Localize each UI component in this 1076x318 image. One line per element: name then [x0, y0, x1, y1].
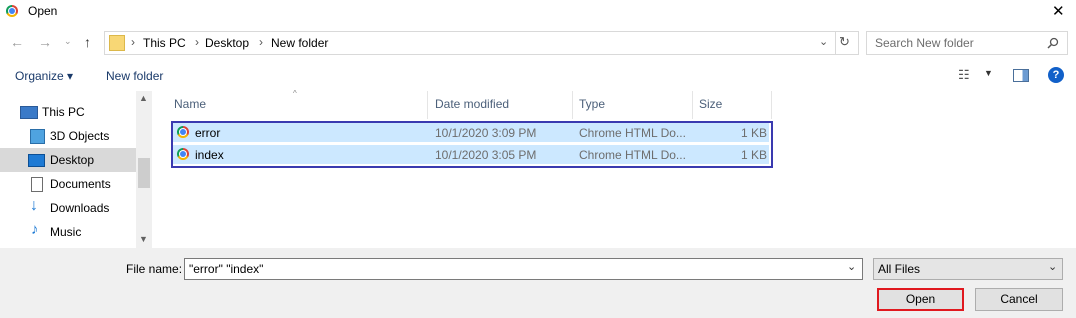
column-header-date[interactable]: Date modified	[435, 97, 509, 111]
document-icon	[31, 177, 43, 192]
filter-dropdown-chevron-icon[interactable]: ⌄	[1048, 260, 1057, 273]
file-name-value: "error" "index"	[189, 262, 264, 276]
view-options-icon[interactable]: ☷	[958, 67, 970, 83]
search-box[interactable]: Search New folder	[866, 31, 1068, 55]
scroll-up-chevron-icon[interactable]: ▲	[139, 93, 148, 103]
refresh-icon[interactable]: ↻	[839, 34, 850, 50]
address-dropdown-chevron-icon[interactable]: ⌄	[819, 35, 828, 48]
column-divider	[771, 91, 772, 119]
column-header-type[interactable]: Type	[579, 97, 605, 111]
breadcrumb-desktop[interactable]: Desktop	[205, 36, 249, 50]
sort-ascending-icon: ^	[293, 89, 297, 98]
cancel-button[interactable]: Cancel	[975, 288, 1063, 311]
breadcrumb-separator-icon: ›	[259, 35, 263, 49]
breadcrumb-this-pc[interactable]: This PC	[143, 36, 186, 50]
back-arrow-icon[interactable]: ←	[10, 34, 24, 50]
title-bar: Open ✕	[0, 0, 1076, 24]
column-header-size[interactable]: Size	[699, 97, 722, 111]
nav-item-documents[interactable]: Documents	[0, 172, 136, 196]
chrome-icon	[6, 5, 18, 17]
up-arrow-icon[interactable]: ↑	[84, 34, 91, 50]
file-type-filter-value: All Files	[878, 262, 921, 276]
file-name-label: File name:	[126, 262, 183, 276]
organize-button[interactable]: Organize ▾	[15, 69, 73, 83]
file-name-input[interactable]: "error" "index" ⌄	[184, 258, 863, 280]
nav-item-3d-objects[interactable]: 3D Objects	[0, 124, 136, 148]
column-divider	[692, 91, 693, 119]
command-bar: Organize ▾ New folder ☷ ▼ ?	[0, 61, 1076, 91]
nav-item-label: This PC	[42, 105, 85, 119]
file-name-dropdown-chevron-icon[interactable]: ⌄	[847, 260, 856, 273]
nav-item-label: Downloads	[50, 201, 110, 215]
recent-locations-chevron-icon[interactable]: ⌄	[64, 36, 72, 47]
scroll-down-chevron-icon[interactable]: ▼	[139, 234, 148, 244]
nav-item-label: Documents	[50, 177, 111, 191]
folder-icon	[109, 35, 125, 51]
breadcrumb-new-folder[interactable]: New folder	[271, 36, 328, 50]
nav-item-this-pc[interactable]: This PC	[0, 100, 136, 124]
search-input[interactable]: Search New folder	[875, 36, 974, 50]
file-type-filter-select[interactable]: All Files ⌄	[873, 258, 1063, 280]
window-title: Open	[28, 4, 58, 18]
scrollbar-thumb[interactable]	[138, 158, 150, 188]
view-dropdown-chevron-icon[interactable]: ▼	[984, 68, 993, 78]
nav-item-label: 3D Objects	[50, 129, 110, 143]
breadcrumb-separator-icon: ›	[195, 35, 199, 49]
file-list: ^ Name Date modified Type Size	[153, 89, 1076, 248]
music-icon: ♪	[31, 221, 39, 238]
divider	[835, 32, 836, 54]
nav-scrollbar[interactable]: ▲ ▼	[136, 91, 152, 248]
nav-item-music[interactable]: ♪ Music	[0, 220, 136, 244]
computer-icon	[20, 106, 38, 119]
address-bar[interactable]: › This PC › Desktop › New folder ⌄ ↻	[104, 31, 859, 55]
download-icon: ↓	[30, 197, 38, 214]
navigation-pane: This PC 3D Objects Desktop Documents ↓ D…	[0, 91, 152, 248]
forward-arrow-icon[interactable]: →	[38, 34, 52, 50]
cube-icon	[30, 129, 45, 144]
nav-item-downloads[interactable]: ↓ Downloads	[0, 196, 136, 220]
open-button[interactable]: Open	[877, 288, 964, 311]
breadcrumb-separator-icon: ›	[131, 35, 135, 49]
bottom-panel: File name: "error" "index" ⌄ All Files ⌄…	[0, 248, 1076, 318]
nav-item-desktop[interactable]: Desktop	[0, 148, 136, 172]
nav-item-label: Music	[50, 225, 82, 239]
close-icon[interactable]: ✕	[1052, 2, 1065, 20]
search-icon	[1047, 37, 1059, 49]
new-folder-button[interactable]: New folder	[106, 69, 163, 83]
selection-highlight-box	[171, 121, 773, 168]
desktop-icon	[28, 154, 45, 167]
preview-pane-icon[interactable]	[1013, 69, 1029, 82]
column-header-name[interactable]: Name	[174, 97, 206, 111]
column-divider	[572, 91, 573, 119]
column-divider	[427, 91, 428, 119]
help-icon[interactable]: ?	[1048, 67, 1064, 83]
nav-item-label: Desktop	[50, 153, 95, 167]
